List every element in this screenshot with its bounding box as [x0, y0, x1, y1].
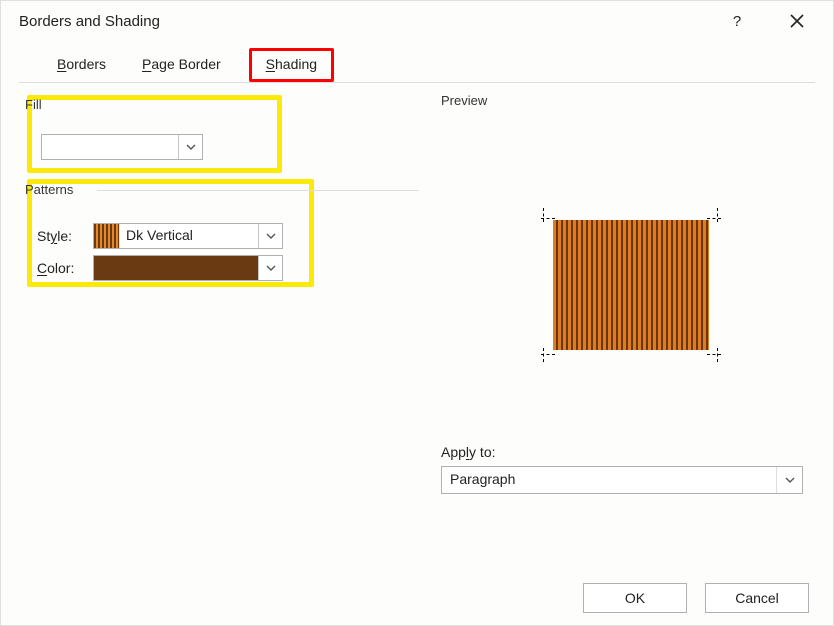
apply-to-dropdown[interactable]: Paragraph: [441, 466, 803, 494]
preview-marker-tr-h: [707, 212, 721, 226]
apply-to-block: Apply to: Paragraph: [441, 444, 809, 494]
cancel-button[interactable]: Cancel: [705, 583, 809, 613]
preview-area: [441, 108, 809, 418]
patterns-color-swatch: [94, 256, 258, 280]
preview-swatch: [553, 220, 709, 350]
right-column: Preview Apply to: Paragraph: [441, 93, 809, 494]
patterns-style-dropdown[interactable]: Dk Vertical: [93, 223, 283, 249]
patterns-color-label: Color:: [37, 260, 83, 276]
patterns-label: Patterns: [23, 178, 423, 197]
titlebar: Borders and Shading ?: [1, 1, 833, 41]
apply-to-label: Apply to:: [441, 444, 809, 460]
dialog-body: Fill Patterns Style:: [1, 83, 833, 563]
fill-group: Fill: [19, 93, 419, 172]
dialog-title: Borders and Shading: [19, 13, 160, 30]
tab-page-border[interactable]: Page Border: [134, 48, 229, 82]
help-icon[interactable]: ?: [719, 3, 755, 39]
apply-to-value: Paragraph: [442, 467, 776, 493]
ok-button[interactable]: OK: [583, 583, 687, 613]
patterns-color-arrow[interactable]: [258, 256, 282, 280]
fill-color-dropdown[interactable]: [41, 134, 203, 160]
patterns-style-value: Dk Vertical: [120, 224, 258, 248]
tabs: Borders Page Border Shading: [19, 41, 815, 83]
fill-color-swatch: [42, 135, 178, 159]
close-icon[interactable]: [779, 3, 815, 39]
left-column: Fill Patterns Style:: [19, 93, 419, 297]
patterns-style-arrow[interactable]: [258, 224, 282, 248]
patterns-divider: [97, 190, 419, 191]
patterns-color-dropdown[interactable]: [93, 255, 283, 281]
borders-and-shading-dialog: Borders and Shading ? Borders Page Borde…: [0, 0, 834, 626]
apply-to-arrow[interactable]: [776, 467, 802, 493]
preview-pattern: [553, 220, 709, 350]
tab-shading[interactable]: Shading: [249, 48, 334, 82]
fill-label: Fill: [23, 93, 423, 112]
patterns-group: Patterns Style: Dk Vertical: [19, 178, 419, 297]
title-controls: ?: [719, 3, 823, 39]
fill-dropdown-arrow[interactable]: [178, 135, 202, 159]
dialog-footer: OK Cancel: [1, 571, 833, 625]
preview-label: Preview: [441, 93, 809, 108]
patterns-style-label: Style:: [37, 228, 83, 244]
preview-marker-br-v: [711, 348, 725, 362]
tab-borders[interactable]: Borders: [49, 48, 114, 82]
patterns-style-swatch: [94, 224, 120, 248]
preview-marker-bl-v: [537, 348, 551, 362]
